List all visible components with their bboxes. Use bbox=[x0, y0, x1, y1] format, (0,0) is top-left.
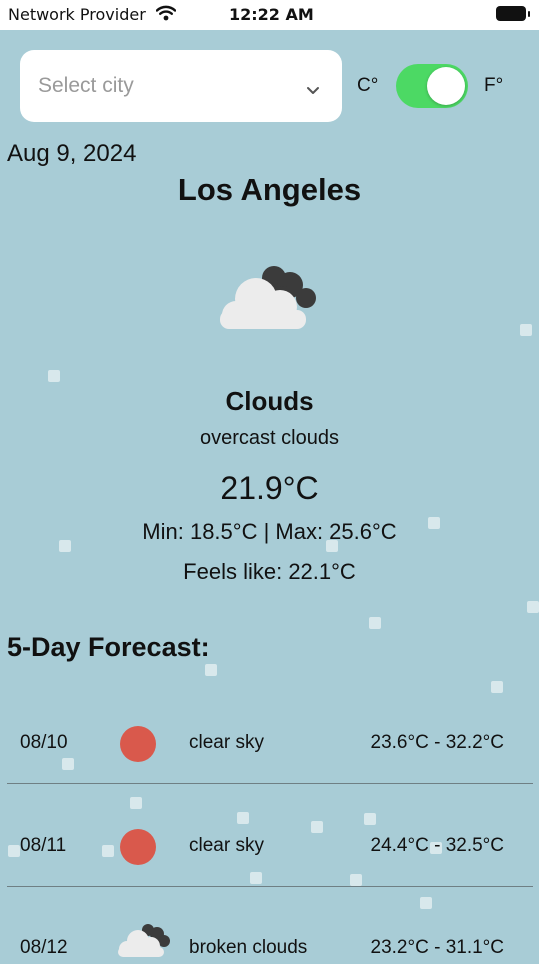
condition-title: Clouds bbox=[225, 386, 314, 416]
current-temperature: 21.9°C bbox=[220, 470, 319, 506]
forecast-description: broken clouds bbox=[189, 937, 308, 958]
toggle-knob bbox=[427, 67, 465, 105]
snowflake bbox=[48, 370, 60, 382]
forecast-row: 08/10 clear sky 23.6°C - 32.2°C bbox=[0, 710, 539, 810]
forecast-row: 08/11 clear sky 24.4°C - 32.5°C bbox=[0, 813, 539, 913]
snowflake bbox=[491, 681, 503, 693]
forecast-title: 5-Day Forecast: bbox=[7, 632, 210, 662]
broken-clouds-icon bbox=[116, 919, 176, 959]
current-date: Aug 9, 2024 bbox=[7, 140, 137, 167]
min-max-temperature: Min: 18.5°C | Max: 25.6°C bbox=[142, 519, 397, 544]
carrier-label: Network Provider bbox=[8, 5, 146, 24]
snowflake bbox=[527, 601, 539, 613]
wifi-icon bbox=[155, 5, 177, 25]
divider bbox=[7, 783, 533, 784]
city-select[interactable]: Select city bbox=[20, 50, 342, 122]
forecast-row: 08/12 broken clouds 23.2°C - 31.1°C bbox=[0, 915, 539, 961]
city-title: Los Angeles bbox=[177, 172, 362, 207]
celsius-label: C° bbox=[357, 75, 379, 96]
forecast-range: 24.4°C - 32.5°C bbox=[370, 835, 504, 856]
clear-sky-icon bbox=[116, 825, 176, 865]
city-select-placeholder: Select city bbox=[38, 74, 134, 97]
condition-description: overcast clouds bbox=[200, 427, 339, 449]
forecast-date: 08/11 bbox=[20, 835, 67, 856]
forecast-date: 08/10 bbox=[20, 732, 68, 753]
snowflake bbox=[369, 617, 381, 629]
clouds-icon bbox=[216, 262, 324, 337]
snowflake bbox=[520, 324, 532, 336]
feels-like: Feels like: 22.1°C bbox=[183, 559, 356, 584]
forecast-description: clear sky bbox=[189, 835, 264, 856]
forecast-description: clear sky bbox=[189, 732, 264, 753]
forecast-range: 23.2°C - 31.1°C bbox=[370, 937, 504, 958]
battery-icon bbox=[496, 6, 530, 21]
divider bbox=[7, 886, 533, 887]
unit-toggle[interactable] bbox=[396, 64, 468, 108]
chevron-down-icon bbox=[306, 82, 320, 100]
forecast-range: 23.6°C - 32.2°C bbox=[370, 732, 504, 753]
fahrenheit-label: F° bbox=[484, 75, 504, 96]
forecast-date: 08/12 bbox=[20, 937, 68, 958]
clear-sky-icon bbox=[116, 722, 176, 762]
snowflake bbox=[205, 664, 217, 676]
status-bar: Network Provider 12:22 AM bbox=[0, 0, 539, 30]
status-time: 12:22 AM bbox=[229, 5, 314, 24]
